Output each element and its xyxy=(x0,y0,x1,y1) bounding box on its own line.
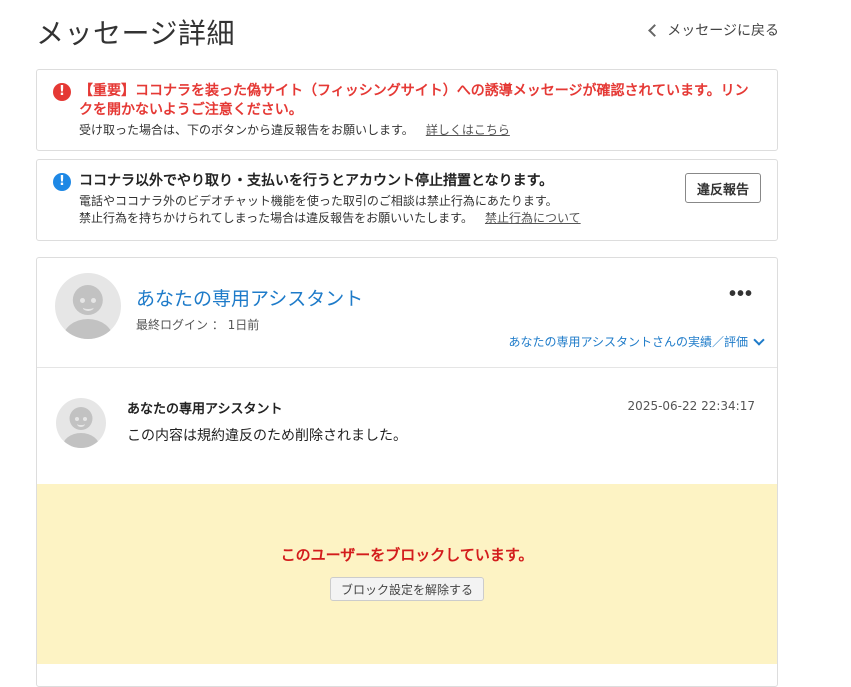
avatar-body xyxy=(62,433,100,448)
blocked-status-text: このユーザーをブロックしています。 xyxy=(280,546,534,564)
prohibited-acts-line1: 電話やココナラ外のビデオチャット機能を使った取引のご相談は禁止行為にあたります。 xyxy=(79,194,558,208)
message-sender: あなたの専用アシスタント xyxy=(127,402,283,417)
message-timestamp: 2025-06-22 22:34:17 xyxy=(627,399,755,413)
avatar-mouth xyxy=(77,421,85,427)
message-body: この内容は規約違反のため削除されました。 xyxy=(127,428,407,444)
back-to-messages-link[interactable]: メッセージに戻る xyxy=(648,20,779,40)
sender-avatar[interactable] xyxy=(56,398,106,448)
avatar-mouth xyxy=(82,303,94,311)
phishing-warning-title: 【重要】ココナラを装った偽サイト（フィッシングサイト）への誘導メッセージが確認さ… xyxy=(79,83,749,118)
info-icon: ! xyxy=(53,173,71,191)
prohibited-acts-line2: 禁止行為を持ちかけられてしまった場合は違反報告をお願いいたします。 禁止行為につい… xyxy=(79,210,761,227)
phishing-warning-body: 受け取った場合は、下のボタンから違反報告をお願いします。 xyxy=(79,123,414,137)
record-review-label: あなたの専用アシスタントさんの実績／評価 xyxy=(508,335,748,349)
more-options-button[interactable]: ••• xyxy=(723,282,759,307)
avatar-body xyxy=(62,319,114,339)
prohibited-acts-line2-text: 禁止行為を持ちかけられてしまった場合は違反報告をお願いいたします。 xyxy=(79,211,473,225)
message-thread-card: あなたの専用アシスタント 最終ログイン ： 1日前 ••• あなたの専用アシスタ… xyxy=(36,257,778,687)
prohibited-acts-title: ココナラ以外でやり取り・支払いを行うとアカウント停止措置となります。 xyxy=(79,173,554,189)
record-review-link[interactable]: あなたの専用アシスタントさんの実績／評価 xyxy=(508,333,765,350)
prohibited-acts-link[interactable]: 禁止行為について xyxy=(485,211,581,225)
chevron-down-icon xyxy=(753,334,765,346)
exclamation-icon: ! xyxy=(53,83,71,101)
report-violation-button[interactable]: 違反報告 xyxy=(685,173,761,203)
phishing-warning-notice: ! 【重要】ココナラを装った偽サイト（フィッシングサイト）への誘導メッセージが確… xyxy=(36,69,778,151)
unblock-button[interactable]: ブロック設定を解除する xyxy=(330,577,484,601)
back-link-label: メッセージに戻る xyxy=(667,23,779,39)
profile-header: あなたの専用アシスタント 最終ログイン ： 1日前 ••• あなたの専用アシスタ… xyxy=(37,258,777,368)
last-login: 最終ログイン ： 1日前 xyxy=(136,318,260,332)
avatar[interactable] xyxy=(55,273,121,339)
prohibited-acts-notice: ! ココナラ以外でやり取り・支払いを行うとアカウント停止措置となります。 電話や… xyxy=(36,159,778,241)
details-link[interactable]: 詳しくはこちら xyxy=(426,123,510,137)
chevron-left-icon xyxy=(648,23,662,37)
blocked-user-banner: このユーザーをブロックしています。 ブロック設定を解除する xyxy=(37,484,777,664)
user-name-link[interactable]: あなたの専用アシスタント xyxy=(136,284,363,311)
page-title: メッセージ詳細 xyxy=(36,17,235,50)
avatar-head xyxy=(72,284,104,316)
phishing-warning-text: 受け取った場合は、下のボタンから違反報告をお願いします。 詳しくはこちら xyxy=(79,122,761,139)
